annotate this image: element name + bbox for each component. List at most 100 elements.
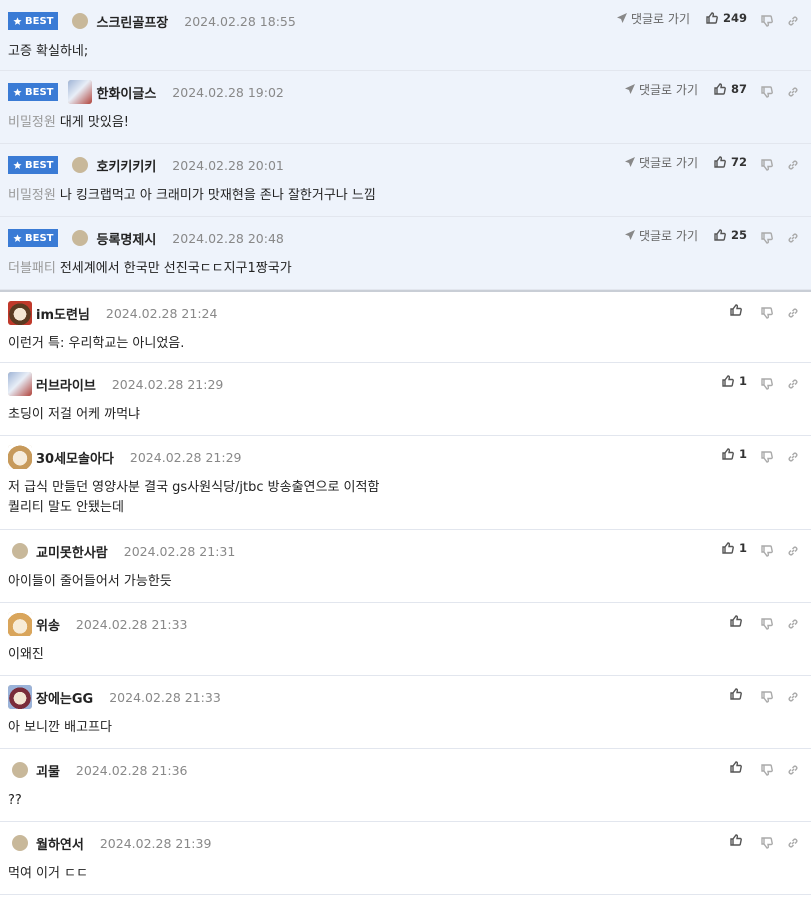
thumbs-down-icon[interactable] [761,834,773,849]
avatar[interactable] [72,230,89,246]
nickname[interactable]: 스크린골프장 [96,12,168,31]
nickname[interactable]: 한화이글스 [96,83,156,102]
link-icon[interactable] [787,83,799,97]
comment-text: 이런거 특: 우리학교는 아니었음. [8,336,185,351]
link-icon[interactable] [787,304,799,318]
link-icon[interactable] [787,834,799,848]
thumbs-up-icon [714,229,726,241]
thumbs-down-icon[interactable] [761,83,773,98]
comment: 장에는GG 2024.02.28 21:33 아 보니깐 배고프다 [0,676,811,749]
comment-text: ?? [8,793,22,808]
comment-prefix: 비밀정원 [8,115,56,130]
nickname[interactable]: 위송 [36,615,60,634]
avatar[interactable] [12,543,28,559]
nickname[interactable]: 러브라이브 [36,375,96,394]
comment-body: 더블패티 전세계에서 한국만 선진국ㄷㄷ지구1짱국가 [8,259,292,279]
comment-header: 30세모솔아다 2024.02.28 21:29 [8,445,242,469]
like-button[interactable]: 249 [706,11,747,25]
like-button[interactable] [730,761,747,773]
thumbs-down-icon[interactable] [761,156,773,171]
comment-header: 교미못한사람 2024.02.28 21:31 [8,540,235,562]
nickname[interactable]: 30세모솔아다 [36,448,114,467]
link-icon[interactable] [787,12,799,26]
thumbs-down-icon[interactable] [761,615,773,630]
comment-header: 월하연서 2024.02.28 21:39 [8,832,211,854]
like-button[interactable]: 1 [722,447,747,461]
star-icon [13,16,22,25]
comment-header: 러브라이브 2024.02.28 21:29 [8,372,224,396]
link-icon[interactable] [787,542,799,556]
comment-text: 아이들이 줄어들어서 가능한듯 [8,574,172,589]
like-count: 25 [730,228,747,242]
like-button[interactable]: 25 [714,228,747,242]
avatar[interactable] [72,13,89,29]
best-comment: BEST 한화이글스 2024.02.28 19:02 댓글로 가기 87 비밀… [0,71,811,144]
nickname[interactable]: 등록명제시 [96,229,156,248]
link-icon[interactable] [787,156,799,170]
nickname[interactable]: im도련님 [36,304,90,323]
avatar[interactable] [8,685,32,709]
nickname[interactable]: 월하연서 [36,834,84,853]
like-button[interactable]: 1 [722,541,747,555]
nickname[interactable]: 장에는GG [36,688,93,707]
best-badge: BEST [8,229,59,247]
comment-actions: 댓글로 가기 249 [616,10,799,27]
thumbs-down-icon[interactable] [761,304,773,319]
reply-link[interactable]: 댓글로 가기 [624,154,698,171]
thumbs-up-icon [730,834,742,846]
thumbs-down-icon[interactable] [761,12,773,27]
comment-text: 나 킹크랩먹고 아 크래미가 맛재현을 존나 잘한거구나 느낌 [59,188,376,203]
timestamp: 2024.02.28 18:55 [184,13,296,29]
nickname[interactable]: 괴물 [36,761,60,780]
like-button[interactable] [730,688,747,700]
avatar[interactable] [8,445,32,469]
comment-text: 먹여 이거 ㄷㄷ [8,866,89,881]
like-button[interactable] [730,834,747,846]
comment-actions: 댓글로 가기 87 [624,81,799,98]
comment: 30세모솔아다 2024.02.28 21:29 1 저 급식 만들던 영양사분… [0,436,811,530]
thumbs-down-icon[interactable] [761,229,773,244]
nickname[interactable]: 교미못한사람 [36,542,108,561]
avatar[interactable] [72,157,89,173]
like-button[interactable]: 87 [714,82,747,96]
thumbs-down-icon[interactable] [761,542,773,557]
reply-link[interactable]: 댓글로 가기 [624,227,698,244]
avatar[interactable] [12,762,28,778]
link-icon[interactable] [787,688,799,702]
thumbs-down-icon[interactable] [761,375,773,390]
like-button[interactable]: 72 [714,155,747,169]
thumbs-down-icon[interactable] [761,688,773,703]
comment: 월하연서 2024.02.28 21:39 먹여 이거 ㄷㄷ [0,822,811,895]
comment-actions [730,759,799,776]
best-badge: BEST [8,156,59,174]
thumbs-down-icon[interactable] [761,448,773,463]
reply-link[interactable]: 댓글로 가기 [616,10,690,27]
reply-link[interactable]: 댓글로 가기 [624,81,698,98]
best-comment: BEST 호키키키키 2024.02.28 20:01 댓글로 가기 72 비밀… [0,144,811,217]
link-icon[interactable] [787,448,799,462]
like-count: 87 [730,82,747,96]
avatar[interactable] [68,80,93,104]
like-count: 72 [730,155,747,169]
nickname[interactable]: 호키키키키 [96,156,156,175]
like-button[interactable] [730,304,747,316]
thumbs-down-icon[interactable] [761,761,773,776]
comment-text: 전세계에서 한국만 선진국ㄷㄷ지구1짱국가 [59,261,292,276]
comment-header: BEST 한화이글스 2024.02.28 19:02 [8,80,284,104]
avatar[interactable] [8,372,32,396]
avatar[interactable] [8,301,32,325]
timestamp: 2024.02.28 21:29 [111,376,224,392]
avatar[interactable] [8,612,32,636]
link-icon[interactable] [787,375,799,389]
comment-actions [730,302,799,319]
comment-actions: 댓글로 가기 72 [624,154,799,171]
like-button[interactable]: 1 [722,374,747,388]
link-icon[interactable] [787,229,799,243]
comment-header: im도련님 2024.02.28 21:24 [8,301,217,325]
avatar[interactable] [12,835,28,851]
like-button[interactable] [730,615,747,627]
link-icon[interactable] [787,761,799,775]
timestamp: 2024.02.28 21:29 [129,449,242,465]
link-icon[interactable] [787,615,799,629]
thumbs-up-icon [706,12,718,24]
